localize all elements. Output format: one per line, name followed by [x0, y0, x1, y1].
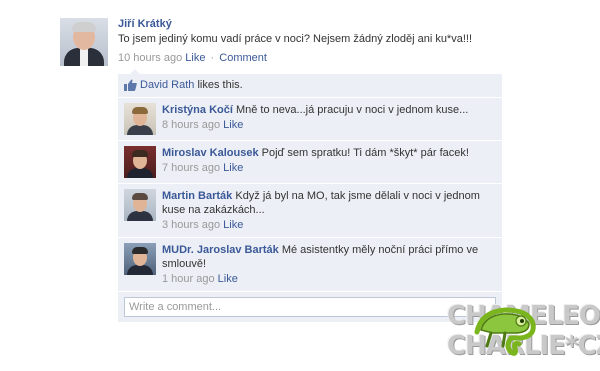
- comment-item: Miroslav Kalousek Pojď sem spratku! Ti d…: [118, 141, 502, 183]
- post-message: To jsem jediný komu vadí práce v noci? N…: [118, 33, 473, 45]
- comment-like-link[interactable]: Like: [223, 162, 243, 174]
- comment-author-link[interactable]: MUDr. Jaroslav Barták: [162, 244, 279, 256]
- chameleon-icon: [474, 307, 536, 356]
- comment-timestamp[interactable]: 3 hours ago: [162, 219, 220, 231]
- likes-summary: David Rath likes this.: [118, 69, 502, 97]
- comment-avatar[interactable]: [124, 189, 156, 221]
- watermark-logo: CHAMELEON CHARLIE*CZ: [445, 302, 600, 366]
- post-author-link[interactable]: Jiří Krátký: [118, 18, 172, 30]
- likes-suffix: likes this.: [194, 79, 243, 91]
- liker-link[interactable]: David Rath: [140, 79, 194, 91]
- panel-caret: [130, 69, 140, 74]
- post-meta: 10 hours ago Like · Comment: [118, 52, 508, 64]
- comment-item: MUDr. Jaroslav Barták Mé asistentky měly…: [118, 238, 502, 291]
- comment-item: Kristýna Kočí Mně to neva...já pracuju v…: [118, 98, 502, 140]
- post-timestamp[interactable]: 10 hours ago: [118, 52, 182, 64]
- comment-author-link[interactable]: Martin Barták: [162, 190, 232, 202]
- comment-timestamp[interactable]: 1 hour ago: [162, 273, 215, 285]
- comment-timestamp[interactable]: 7 hours ago: [162, 162, 220, 174]
- comment-message: Mně to neva...já pracuju v noci v jednom…: [232, 104, 469, 116]
- post-body: Jiří Krátký To jsem jediný komu vadí prá…: [118, 18, 508, 64]
- comment-author-link[interactable]: Kristýna Kočí: [162, 104, 233, 116]
- comment-like-link[interactable]: Like: [223, 219, 243, 231]
- comment-avatar[interactable]: [124, 243, 156, 275]
- meta-separator: ·: [210, 52, 215, 64]
- comment-like-link[interactable]: Like: [218, 273, 238, 285]
- author-avatar[interactable]: [60, 18, 108, 66]
- feedback-panel: David Rath likes this. Kristýna Kočí Mně…: [118, 69, 502, 322]
- comment-avatar[interactable]: [124, 103, 156, 135]
- post-comment-link[interactable]: Comment: [219, 52, 267, 64]
- comment-like-link[interactable]: Like: [223, 119, 243, 131]
- thumbs-up-icon: [124, 79, 137, 92]
- comment-avatar[interactable]: [124, 146, 156, 178]
- write-comment-input[interactable]: [124, 297, 496, 317]
- comment-item: Martin Barták Když já byl na MO, tak jsm…: [118, 184, 502, 237]
- comment-message: Pojď sem spratku! Ti dám *škyt* pár face…: [258, 147, 469, 159]
- post-like-link[interactable]: Like: [185, 52, 205, 64]
- comment-author-link[interactable]: Miroslav Kalousek: [162, 147, 259, 159]
- comment-timestamp[interactable]: 8 hours ago: [162, 119, 220, 131]
